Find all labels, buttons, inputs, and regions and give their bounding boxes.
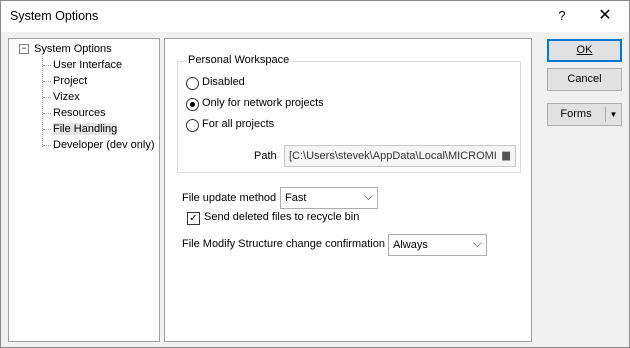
radio-button[interactable] — [186, 77, 199, 90]
cancel-button[interactable]: Cancel — [547, 68, 622, 91]
modify-confirmation-select[interactable]: Always ⌵ — [388, 234, 487, 256]
radio-button[interactable] — [186, 98, 199, 111]
path-value: [C:\Users\stevek\AppData\Local\MICROMI — [289, 150, 497, 162]
chevron-down-icon: ⌵ — [363, 189, 373, 203]
file-update-method-label: File update method — [182, 192, 277, 204]
file-update-method-select[interactable]: Fast ⌵ — [280, 187, 378, 209]
tree-item-file-handling[interactable]: File Handling — [53, 122, 118, 136]
tree-item-user-interface[interactable]: User Interface — [53, 58, 122, 72]
path-field[interactable]: [C:\Users\stevek\AppData\Local\MICROMI ▆ — [284, 145, 516, 167]
recycle-bin-checkbox[interactable]: ✓ — [187, 212, 200, 225]
chevron-down-icon: ⌵ — [472, 236, 482, 250]
tree-root-system-options[interactable]: System Options — [34, 42, 112, 56]
dialog-title: System Options — [10, 9, 99, 23]
title-bar: System Options ? ✕ — [1, 1, 629, 32]
dropdown-arrow-icon[interactable]: ▼ — [606, 104, 621, 125]
tree-item-developer[interactable]: Developer (dev only) — [53, 138, 155, 152]
forms-main[interactable]: Forms — [548, 104, 604, 125]
path-label: Path — [254, 150, 277, 162]
help-icon[interactable]: ? — [549, 3, 575, 29]
tree-item-project[interactable]: Project — [53, 74, 87, 88]
file-handling-panel: Personal Workspace Disabled Only for net… — [164, 38, 532, 342]
radio-button[interactable] — [186, 119, 199, 132]
modify-confirmation-label: File Modify Structure change confirmatio… — [182, 238, 385, 250]
tree-connector-line — [42, 53, 43, 147]
ok-button[interactable]: OK — [547, 39, 622, 62]
close-icon[interactable]: ✕ — [589, 3, 621, 29]
system-options-dialog: System Options ? ✕ − System Options User… — [0, 0, 630, 348]
options-tree: − System Options User Interface Project … — [8, 38, 160, 342]
tree-item-resources[interactable]: Resources — [53, 106, 106, 120]
group-title: Personal Workspace — [186, 54, 292, 66]
tree-item-vizex[interactable]: Vizex — [53, 90, 80, 104]
collapse-icon[interactable]: − — [19, 44, 29, 54]
personal-workspace-group: Personal Workspace Disabled Only for net… — [177, 54, 521, 173]
folder-icon[interactable]: ▆ — [502, 150, 510, 161]
forms-button[interactable]: Forms ▼ — [547, 103, 622, 126]
